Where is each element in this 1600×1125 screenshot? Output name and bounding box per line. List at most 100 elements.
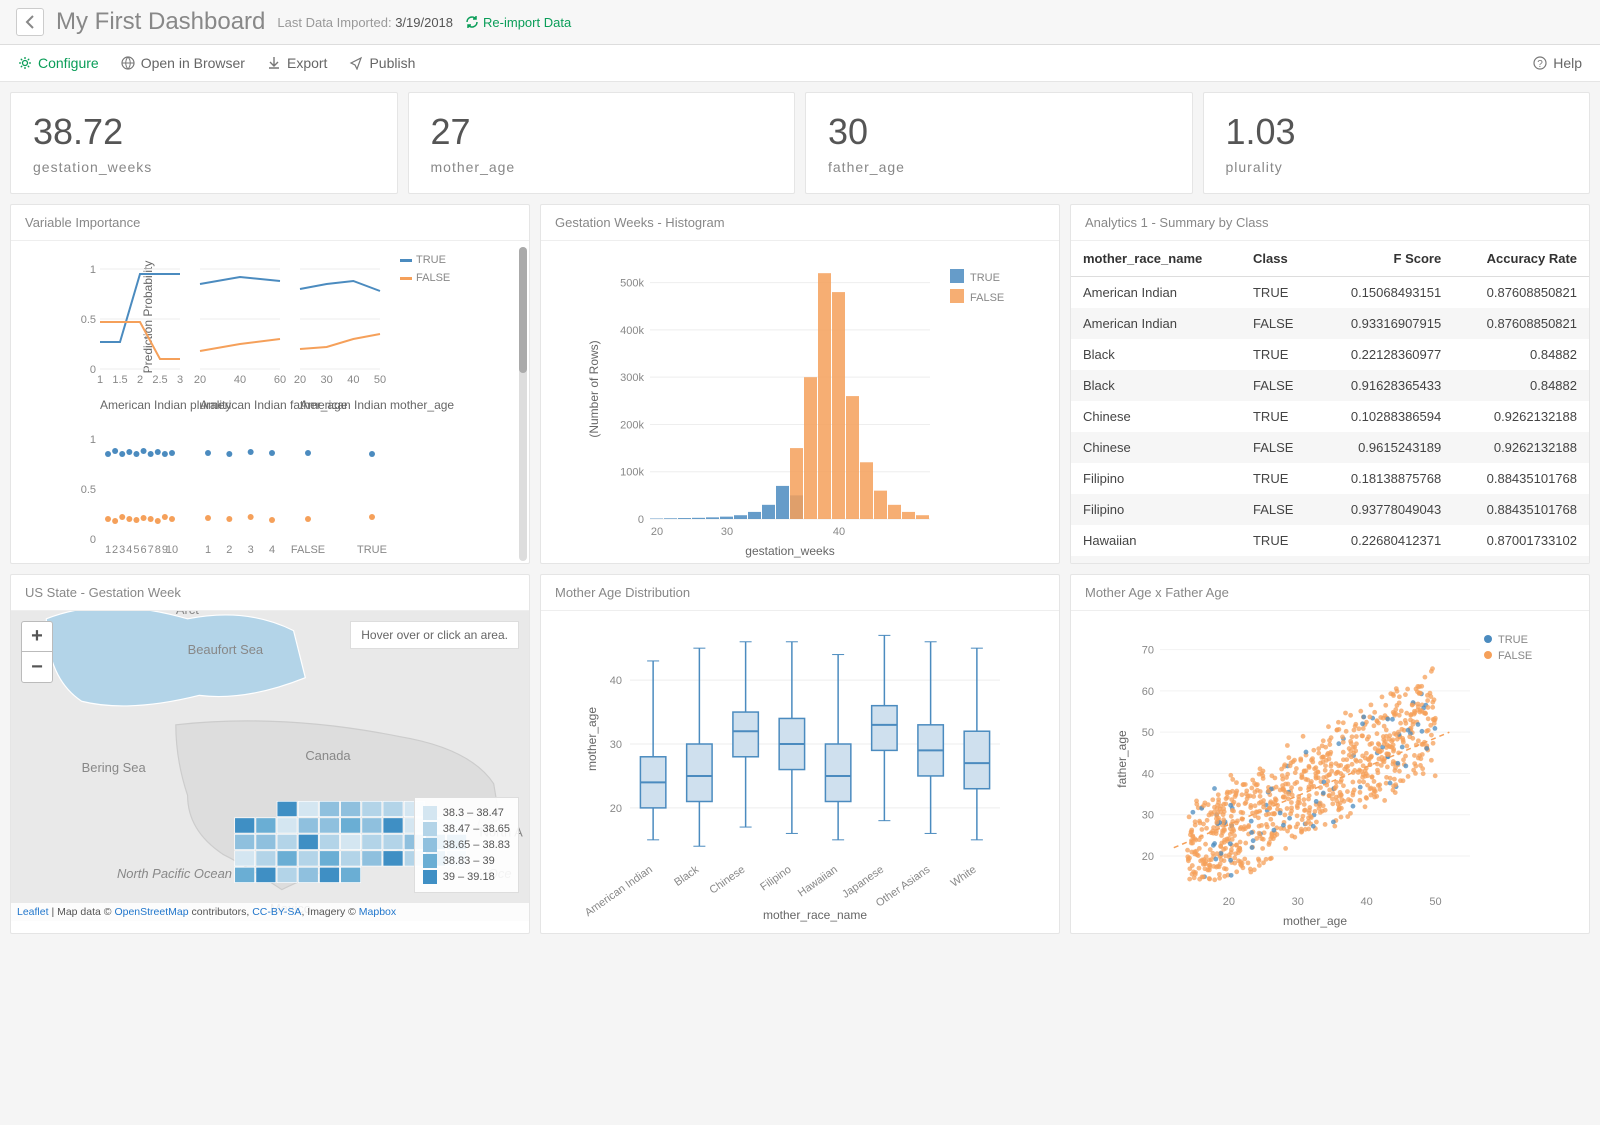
panel-boxplot: Mother Age Distribution mother_age203040… [540, 574, 1060, 934]
kpi-card: 38.72gestation_weeks [10, 92, 398, 194]
svg-text:8: 8 [155, 544, 161, 556]
svg-text:Bering Sea: Bering Sea [82, 760, 147, 775]
svg-text:1: 1 [97, 374, 103, 386]
svg-text:Chinese: Chinese [707, 864, 747, 897]
svg-text:50: 50 [374, 374, 386, 386]
svg-text:0.5: 0.5 [81, 314, 96, 326]
reimport-link[interactable]: Re-import Data [465, 15, 571, 30]
kpi-value: 30 [828, 111, 1170, 153]
panel-summary-table: Analytics 1 - Summary by Class mother_ra… [1070, 204, 1590, 564]
svg-text:40: 40 [234, 374, 246, 386]
svg-text:0: 0 [90, 364, 96, 376]
svg-text:(Number of Rows): (Number of Rows) [587, 340, 601, 437]
svg-text:Arct: Arct [176, 611, 199, 617]
publish-button[interactable]: Publish [349, 55, 415, 71]
last-import-label: Last Data Imported: 3/19/2018 [277, 15, 453, 30]
configure-button[interactable]: Configure [18, 55, 99, 71]
svg-text:mother_age: mother_age [1283, 914, 1347, 928]
svg-text:0: 0 [90, 534, 96, 546]
map-attribution: Leaflet | Map data © OpenStreetMap contr… [11, 903, 529, 921]
kpi-row: 38.72gestation_weeks 27mother_age 30fath… [10, 92, 1590, 194]
kpi-label: mother_age [431, 159, 773, 175]
export-button[interactable]: Export [267, 55, 327, 71]
svg-text:2: 2 [112, 544, 118, 556]
svg-text:FALSE: FALSE [291, 544, 325, 556]
svg-text:2.5: 2.5 [152, 374, 167, 386]
svg-text:0: 0 [638, 514, 644, 526]
choropleth-map[interactable]: Arct Beaufort Sea Canada Bering Sea Nort… [11, 611, 529, 921]
svg-text:Filipino: Filipino [758, 864, 793, 894]
osm-link[interactable]: OpenStreetMap [114, 906, 188, 918]
share-icon [349, 56, 363, 70]
svg-text:200k: 200k [620, 419, 644, 431]
mapbox-link[interactable]: Mapbox [359, 906, 396, 918]
svg-text:20: 20 [194, 374, 206, 386]
panel-scatter: Mother Age x Father Age father_age 20 30 40… [1070, 574, 1590, 934]
map-legend: 38.3 – 38.4738.47 – 38.6538.65 – 38.8338… [414, 797, 519, 893]
map-hover-hint: Hover over or click an area. [350, 621, 519, 649]
histogram-chart[interactable]: (Number of Rows)0100k200k300k400k500k203… [541, 241, 1059, 564]
kpi-value: 1.03 [1226, 111, 1568, 153]
svg-text:50: 50 [1429, 896, 1441, 908]
svg-text:6: 6 [140, 544, 146, 556]
svg-text:30: 30 [610, 739, 622, 751]
globe-icon [121, 56, 135, 70]
zoom-in-button[interactable]: + [22, 622, 52, 652]
scrollbar[interactable] [519, 247, 527, 561]
map-zoom-control: + − [21, 621, 53, 683]
svg-text:4: 4 [126, 544, 132, 556]
zoom-out-button[interactable]: − [22, 652, 52, 682]
help-button[interactable]: ? Help [1533, 55, 1582, 71]
svg-text:5: 5 [133, 544, 139, 556]
svg-text:1: 1 [205, 544, 211, 556]
summary-table-area[interactable]: mother_race_nameClassF ScoreAccuracy Rat… [1071, 241, 1589, 564]
help-icon: ? [1533, 56, 1547, 70]
svg-text:father_age: father_age [1115, 730, 1129, 788]
svg-text:1: 1 [90, 434, 96, 446]
panel-histogram: Gestation Weeks - Histogram (Number of R… [540, 204, 1060, 564]
svg-text:0.5: 0.5 [81, 484, 96, 496]
download-icon [267, 56, 281, 70]
svg-text:TRUE: TRUE [970, 272, 1000, 284]
kpi-card: 1.03plurality [1203, 92, 1591, 194]
svg-text:American Indian: American Indian [583, 864, 655, 919]
panel-title: Gestation Weeks - Histogram [541, 205, 1059, 241]
svg-text:40: 40 [610, 675, 622, 687]
svg-text:50: 50 [1142, 727, 1154, 739]
svg-text:30: 30 [321, 374, 333, 386]
boxplot-chart[interactable]: mother_age203040American IndianBlackChin… [541, 611, 1059, 934]
svg-text:20: 20 [1223, 896, 1235, 908]
panel-title: Mother Age x Father Age [1071, 575, 1589, 611]
panel-title: US State - Gestation Week [11, 575, 529, 611]
svg-text:40: 40 [833, 526, 845, 538]
panel-title: Variable Importance [11, 205, 529, 241]
svg-text:400k: 400k [620, 325, 644, 337]
back-button[interactable] [16, 8, 44, 36]
chevron-left-icon [25, 15, 35, 29]
svg-text:TRUE: TRUE [1498, 634, 1528, 646]
svg-text:40: 40 [347, 374, 359, 386]
svg-text:FALSE: FALSE [970, 292, 1004, 304]
svg-text:1: 1 [105, 544, 111, 556]
svg-text:3: 3 [119, 544, 125, 556]
svg-text:3: 3 [248, 544, 254, 556]
svg-text:30: 30 [1292, 896, 1304, 908]
svg-text:mother_age: mother_age [585, 707, 599, 771]
svg-text:500k: 500k [620, 278, 644, 290]
svg-text:40: 40 [1142, 768, 1154, 780]
svg-text:Beaufort Sea: Beaufort Sea [188, 642, 264, 657]
open-browser-button[interactable]: Open in Browser [121, 55, 245, 71]
svg-text:300k: 300k [620, 372, 644, 384]
svg-text:3: 3 [177, 374, 183, 386]
svg-text:4: 4 [269, 544, 275, 556]
cc-link[interactable]: CC-BY-SA [252, 906, 301, 918]
scatter-chart[interactable]: father_age20304050607020304050mother_age… [1071, 611, 1589, 934]
svg-text:10: 10 [166, 544, 178, 556]
svg-text:?: ? [1537, 59, 1543, 70]
variable-importance-chart[interactable]: Prediction ProbabilityTRUEFALSE00.5111.5… [11, 241, 529, 564]
panel-title: Analytics 1 - Summary by Class [1071, 205, 1589, 241]
leaflet-link[interactable]: Leaflet [17, 906, 49, 918]
svg-text:2: 2 [137, 374, 143, 386]
svg-text:100k: 100k [620, 467, 644, 479]
svg-text:FALSE: FALSE [1498, 650, 1532, 662]
